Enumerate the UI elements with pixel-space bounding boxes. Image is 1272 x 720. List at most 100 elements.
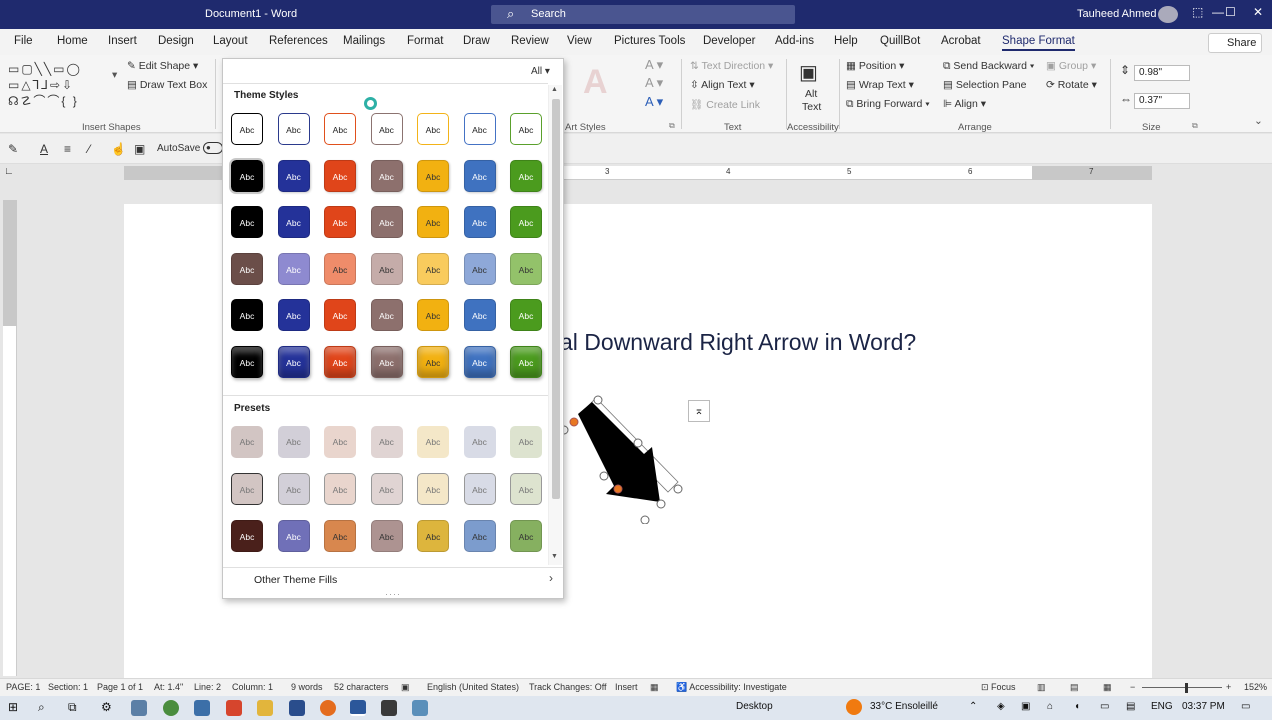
zoom-out-icon[interactable]: − xyxy=(1130,682,1135,692)
dialog-launcher-icon[interactable]: ⧉ xyxy=(669,121,675,131)
read-mode-icon[interactable]: ▥ xyxy=(1037,682,1046,693)
shapes-more-icon[interactable]: ▾ xyxy=(112,69,117,81)
volume-icon[interactable]: ◖ xyxy=(1074,701,1080,712)
status-section[interactable]: Section: 1 xyxy=(48,682,88,692)
tab-shape-format[interactable]: Shape Format xyxy=(1002,35,1075,51)
theme-swatch[interactable]: Abc xyxy=(370,206,403,238)
app-icon[interactable] xyxy=(131,700,147,716)
proofing-icon[interactable]: ▣ xyxy=(401,682,410,693)
wordart-style-icon[interactable]: A xyxy=(583,63,608,102)
draw-text-box-button[interactable]: ▤ Draw Text Box xyxy=(127,79,207,91)
text-direction-button[interactable]: ⇅ Text Direction ▾ xyxy=(690,60,773,72)
tab-pictures-tools[interactable]: Pictures Tools xyxy=(614,35,685,47)
format-painter-icon[interactable]: ⁄ xyxy=(88,142,90,156)
theme-swatch[interactable]: Abc xyxy=(463,252,496,285)
theme-swatch[interactable]: Abc xyxy=(463,345,496,378)
document-heading[interactable]: al Downward Right Arrow in Word? xyxy=(560,329,916,356)
tab-references[interactable]: References xyxy=(269,35,328,47)
status-at[interactable]: At: 1.4" xyxy=(154,682,183,692)
align-icon[interactable]: ≡ xyxy=(64,142,71,156)
theme-swatch[interactable]: Abc xyxy=(277,345,310,378)
tab-design[interactable]: Design xyxy=(158,35,194,47)
theme-swatch[interactable]: Abc xyxy=(417,159,449,192)
preset-swatch[interactable]: Abc xyxy=(417,520,449,552)
theme-swatch[interactable]: Abc xyxy=(417,206,449,238)
start-icon[interactable]: ⊞ xyxy=(8,700,18,714)
theme-swatch[interactable]: Abc xyxy=(231,299,263,331)
tab-mailings[interactable]: Mailings xyxy=(343,35,385,47)
size-dialog-launcher-icon[interactable]: ⧉ xyxy=(1192,121,1198,131)
theme-swatch[interactable]: Abc xyxy=(463,206,496,238)
theme-swatch[interactable]: Abc xyxy=(324,252,356,285)
tray-app-icon[interactable]: ▣ xyxy=(1021,701,1030,712)
tab-file[interactable]: File xyxy=(14,35,33,47)
tab-developer[interactable]: Developer xyxy=(703,35,755,47)
layout-options-button[interactable]: ⌅ xyxy=(688,400,710,422)
text-fill-icon[interactable]: A ▾ xyxy=(645,57,663,73)
theme-swatch[interactable]: Abc xyxy=(370,252,403,285)
desktop-label[interactable]: Desktop xyxy=(736,701,773,712)
preset-swatch[interactable]: Abc xyxy=(231,426,263,458)
brave-icon[interactable] xyxy=(226,700,242,716)
folder-icon[interactable] xyxy=(257,700,273,716)
firefox-icon[interactable] xyxy=(320,700,336,716)
other-theme-fills-item[interactable]: Other Theme Fills xyxy=(254,574,337,586)
collapse-ribbon-icon[interactable]: ⌄ xyxy=(1254,115,1263,127)
clock[interactable]: 03:37 PM xyxy=(1182,701,1225,712)
preset-swatch[interactable]: Abc xyxy=(370,426,403,458)
print-layout-icon[interactable]: ▤ xyxy=(1070,682,1079,693)
shape-height-input[interactable]: 0.98" xyxy=(1134,65,1190,81)
minimize-button[interactable]: — xyxy=(1212,5,1224,19)
web-layout-icon[interactable]: ▦ xyxy=(1103,682,1112,693)
theme-swatch[interactable]: Abc xyxy=(229,157,265,194)
network-icon[interactable]: ⌂ xyxy=(1047,701,1053,712)
status-track-changes[interactable]: Track Changes: Off xyxy=(529,682,607,692)
theme-swatch[interactable]: Abc xyxy=(510,345,542,378)
language-indicator[interactable]: ENG xyxy=(1151,701,1173,712)
weather-icon[interactable] xyxy=(846,699,862,715)
scroll-down-icon[interactable]: ▼ xyxy=(551,553,558,560)
preset-swatch[interactable]: Abc xyxy=(417,426,449,458)
theme-swatch[interactable]: Abc xyxy=(277,159,310,192)
status-language[interactable]: English (United States) xyxy=(427,682,519,692)
theme-swatch[interactable]: Abc xyxy=(417,113,449,145)
theme-swatch[interactable]: Abc xyxy=(370,345,403,378)
touch-mode-icon[interactable]: ☝ xyxy=(111,142,126,156)
status-characters[interactable]: 52 characters xyxy=(334,682,389,692)
tab-help[interactable]: Help xyxy=(834,35,858,47)
theme-swatch[interactable]: Abc xyxy=(231,206,263,238)
status-page[interactable]: PAGE: 1 xyxy=(6,682,40,692)
user-name[interactable]: Tauheed Ahmed xyxy=(1077,8,1157,20)
theme-swatch[interactable]: Abc xyxy=(324,206,356,238)
tab-quillbot[interactable]: QuillBot xyxy=(880,35,920,47)
status-column[interactable]: Column: 1 xyxy=(232,682,273,692)
theme-swatch[interactable]: Abc xyxy=(463,113,496,145)
tab-add-ins[interactable]: Add-ins xyxy=(775,35,814,47)
theme-swatch[interactable]: Abc xyxy=(277,252,310,285)
keyboard-icon[interactable]: ▤ xyxy=(1126,701,1135,712)
rotate-button[interactable]: ⟳ Rotate ▾ xyxy=(1046,79,1097,91)
gallery-scrollbar[interactable]: ▲ ▼ xyxy=(548,85,562,565)
app-icon[interactable] xyxy=(381,700,397,716)
zoom-level[interactable]: 152% xyxy=(1244,682,1267,692)
preset-swatch[interactable]: Abc xyxy=(231,520,263,552)
align-text-button[interactable]: ⇳ Align Text ▾ xyxy=(690,79,755,91)
tray-chevron-icon[interactable]: ⌃ xyxy=(969,701,977,712)
picture-icon[interactable]: ▣ xyxy=(134,142,145,156)
app-icon[interactable] xyxy=(194,700,210,716)
focus-button[interactable]: ⊡ Focus xyxy=(981,682,1016,693)
zoom-in-icon[interactable]: + xyxy=(1226,682,1231,692)
preset-swatch[interactable]: Abc xyxy=(510,426,542,458)
theme-swatch[interactable]: Abc xyxy=(463,299,496,331)
text-effects-icon[interactable]: A ▾ xyxy=(645,94,663,110)
share-button[interactable]: Share xyxy=(1208,33,1262,53)
resize-grip-icon[interactable]: ···· xyxy=(385,589,401,599)
preset-swatch[interactable]: Abc xyxy=(510,520,542,552)
text-outline-icon[interactable]: A ▾ xyxy=(645,75,663,91)
theme-swatch[interactable]: Abc xyxy=(417,345,449,378)
preset-swatch[interactable]: Abc xyxy=(370,473,403,505)
shape-width-input[interactable]: 0.37" xyxy=(1134,93,1190,109)
group-button[interactable]: ▣ Group ▾ xyxy=(1046,60,1096,72)
scrollbar-thumb[interactable] xyxy=(552,99,560,499)
wrap-text-button[interactable]: ▤ Wrap Text ▾ xyxy=(846,79,914,91)
